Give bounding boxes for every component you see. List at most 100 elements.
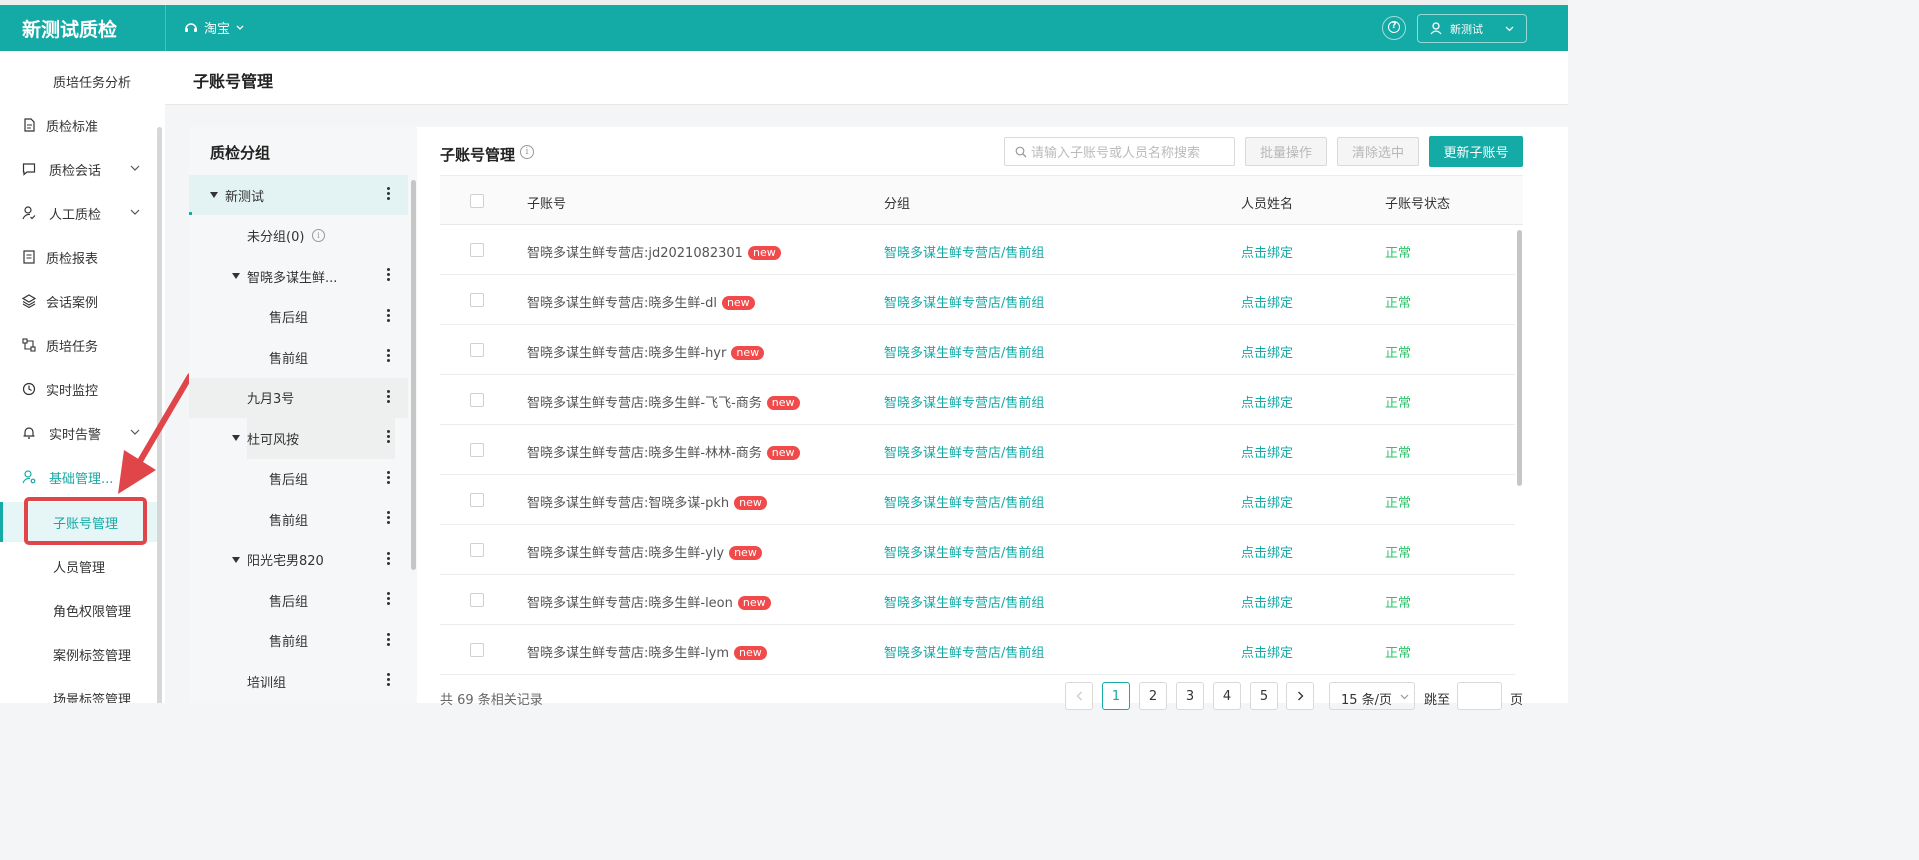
help-button[interactable]: ?	[1382, 16, 1406, 40]
row-checkbox[interactable]	[470, 593, 484, 607]
group-link[interactable]: 智晓多谋生鲜专营店/售前组	[884, 592, 1044, 611]
more-vertical-icon[interactable]	[387, 187, 391, 203]
page-button[interactable]: 3	[1176, 682, 1204, 710]
row-checkbox[interactable]	[470, 493, 484, 507]
account-cell: 智晓多谋生鲜专营店:晓多生鲜-hyr new	[527, 342, 765, 361]
group-node[interactable]: 售前组	[189, 499, 408, 539]
table-row[interactable]: 智晓多谋生鲜专营店:智晓多谋-pkh new 智晓多谋生鲜专营店/售前组 点击绑定 正常	[440, 475, 1515, 525]
sidebar-item-case-tags[interactable]: 案例标签管理	[0, 634, 157, 674]
more-vertical-icon[interactable]	[387, 389, 391, 406]
group-node[interactable]: 售前组	[189, 337, 408, 377]
more-vertical-icon[interactable]	[387, 308, 391, 325]
clear-selection-button[interactable]: 清除选中	[1337, 137, 1419, 166]
bind-person-link[interactable]: 点击绑定	[1241, 492, 1293, 511]
user-menu[interactable]: 新测试	[1417, 14, 1527, 43]
bind-person-link[interactable]: 点击绑定	[1241, 592, 1293, 611]
row-checkbox[interactable]	[470, 443, 484, 457]
sidebar-item-task-analysis[interactable]: 质培任务分析	[0, 61, 157, 101]
table-scrollbar[interactable]	[1517, 230, 1522, 486]
search-input[interactable]: 请输入子账号或人员名称搜索	[1004, 137, 1235, 166]
table-row[interactable]: 智晓多谋生鲜专营店:晓多生鲜-dl new 智晓多谋生鲜专营店/售前组 点击绑定 正常	[440, 275, 1515, 325]
sidebar-item-sessions[interactable]: 质检会话	[0, 149, 157, 189]
sidebar-item-roles[interactable]: 角色权限管理	[0, 590, 157, 630]
more-vertical-icon[interactable]	[387, 551, 391, 568]
sidebar-item-training-task[interactable]: 质培任务	[0, 325, 157, 365]
row-checkbox[interactable]	[470, 293, 484, 307]
row-checkbox[interactable]	[470, 243, 484, 257]
page-button[interactable]: 2	[1139, 682, 1167, 710]
group-node[interactable]: 杜可风按	[189, 418, 408, 459]
group-link[interactable]: 智晓多谋生鲜专营店/售前组	[884, 442, 1044, 461]
group-node[interactable]: 售后组	[189, 580, 408, 620]
bind-person-link[interactable]: 点击绑定	[1241, 292, 1293, 311]
sidebar-item-report[interactable]: 质检报表	[0, 237, 157, 277]
sidebar-item-standard[interactable]: 质检标准	[0, 105, 157, 145]
prev-page-button[interactable]	[1065, 682, 1093, 710]
bind-person-link[interactable]: 点击绑定	[1241, 642, 1293, 661]
bind-person-link[interactable]: 点击绑定	[1241, 392, 1293, 411]
more-vertical-icon[interactable]	[387, 511, 391, 527]
row-checkbox[interactable]	[470, 393, 484, 407]
next-page-button[interactable]	[1286, 682, 1314, 710]
group-link[interactable]: 智晓多谋生鲜专营店/售前组	[884, 342, 1044, 361]
group-node[interactable]: 售前组	[189, 621, 408, 661]
info-icon[interactable]: i	[520, 145, 534, 159]
table-row[interactable]: 智晓多谋生鲜专营店:jd2021082301 new 智晓多谋生鲜专营店/售前组 点击…	[440, 225, 1515, 275]
sidebar-item-manual[interactable]: 人工质检	[0, 193, 157, 233]
more-vertical-icon[interactable]	[387, 673, 391, 689]
more-vertical-icon[interactable]	[387, 470, 391, 487]
caret-down-icon[interactable]	[232, 556, 240, 563]
row-checkbox[interactable]	[470, 343, 484, 357]
table-row[interactable]: 智晓多谋生鲜专营店:晓多生鲜-飞飞-商务 new 智晓多谋生鲜专营店/售前组 点击绑定…	[440, 375, 1515, 425]
shop-selector[interactable]: 淘宝	[184, 18, 244, 37]
table-row[interactable]: 智晓多谋生鲜专营店:晓多生鲜-yly new 智晓多谋生鲜专营店/售前组 点击绑定 正常	[440, 525, 1515, 575]
row-checkbox[interactable]	[470, 643, 484, 657]
table-row[interactable]: 智晓多谋生鲜专营店:晓多生鲜-林林-商务 new 智晓多谋生鲜专营店/售前组 点击绑定…	[440, 425, 1515, 475]
group-link[interactable]: 智晓多谋生鲜专营店/售前组	[884, 392, 1044, 411]
group-node[interactable]: 智晓多谋生鲜...	[189, 256, 408, 296]
group-link[interactable]: 智晓多谋生鲜专营店/售前组	[884, 642, 1044, 661]
group-node[interactable]: 售后组	[189, 459, 408, 499]
bind-person-link[interactable]: 点击绑定	[1241, 242, 1293, 261]
jump-suffix: 页	[1510, 693, 1524, 708]
group-node[interactable]: 阳光宅男820	[189, 540, 408, 580]
more-vertical-icon[interactable]	[387, 632, 391, 649]
more-vertical-icon[interactable]	[387, 349, 391, 365]
report-icon	[23, 250, 35, 264]
sidebar-item-cases[interactable]: 会话案例	[0, 281, 157, 321]
group-node[interactable]: 未分组(0) i	[189, 216, 408, 256]
bind-person-link[interactable]: 点击绑定	[1241, 342, 1293, 361]
caret-down-icon[interactable]	[210, 192, 218, 198]
update-subaccount-button[interactable]: 更新子账号	[1429, 136, 1523, 167]
group-scrollbar[interactable]	[411, 180, 416, 570]
row-checkbox[interactable]	[470, 543, 484, 557]
bind-person-link[interactable]: 点击绑定	[1241, 542, 1293, 561]
table-row[interactable]: 智晓多谋生鲜专营店:晓多生鲜-hyr new 智晓多谋生鲜专营店/售前组 点击绑定 正常	[440, 325, 1515, 375]
group-node[interactable]: 培训组	[189, 661, 408, 701]
page-size-select[interactable]: 15 条/页	[1329, 682, 1415, 710]
select-all-checkbox[interactable]	[470, 194, 484, 208]
more-vertical-icon[interactable]	[387, 268, 391, 284]
jump-page-input[interactable]	[1457, 682, 1502, 710]
group-node[interactable]: 新测试	[189, 175, 408, 215]
group-link[interactable]: 智晓多谋生鲜专营店/售前组	[884, 242, 1044, 261]
table-row[interactable]: 智晓多谋生鲜专营店:晓多生鲜-lym new 智晓多谋生鲜专营店/售前组 点击绑定 正常	[440, 625, 1515, 675]
group-link[interactable]: 智晓多谋生鲜专营店/售前组	[884, 492, 1044, 511]
more-vertical-icon[interactable]	[387, 592, 391, 608]
table-row[interactable]: 智晓多谋生鲜专营店:晓多生鲜-leon new 智晓多谋生鲜专营店/售前组 点击绑定 正…	[440, 575, 1515, 625]
group-link[interactable]: 智晓多谋生鲜专营店/售前组	[884, 292, 1044, 311]
caret-down-icon[interactable]	[232, 435, 240, 441]
caret-down-icon[interactable]	[232, 273, 240, 279]
group-node[interactable]: 售后组	[189, 297, 408, 337]
group-link[interactable]: 智晓多谋生鲜专营店/售前组	[884, 542, 1044, 561]
batch-operation-button[interactable]: 批量操作	[1245, 137, 1327, 166]
group-node[interactable]: 九月3号	[189, 377, 408, 418]
bind-person-link[interactable]: 点击绑定	[1241, 442, 1293, 461]
page-button[interactable]: 4	[1213, 682, 1241, 710]
page-button[interactable]: 5	[1250, 682, 1278, 710]
page-button[interactable]: 1	[1102, 682, 1130, 710]
sidebar-item-scene-tags[interactable]: 场景标签管理	[0, 678, 157, 704]
sidebar-item-people[interactable]: 人员管理	[0, 546, 157, 586]
info-icon[interactable]: i	[312, 228, 325, 242]
more-vertical-icon[interactable]	[387, 430, 391, 446]
